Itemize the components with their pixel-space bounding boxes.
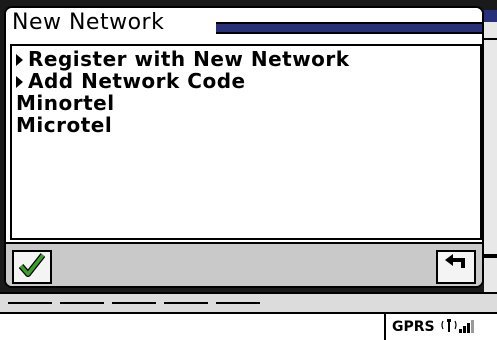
list-item-label: Microtel — [16, 113, 113, 137]
list-item-register-network[interactable]: Register with New Network — [16, 48, 476, 70]
back-button[interactable] — [436, 250, 476, 284]
dialog-titlebar: New Network — [6, 8, 482, 42]
list-item-label: Register with New Network — [28, 47, 350, 71]
list-item-add-network-code[interactable]: Add Network Code — [16, 70, 476, 92]
list-item-label: Add Network Code — [28, 69, 246, 93]
ok-button[interactable] — [12, 250, 52, 284]
submenu-arrow-icon — [16, 70, 28, 92]
checkmark-icon — [18, 253, 46, 281]
underlying-tab-strip — [0, 292, 497, 314]
signal-strength-icon — [441, 317, 475, 337]
underlying-window-edge — [484, 10, 497, 300]
network-status: GPRS — [384, 314, 497, 340]
return-arrow-icon — [443, 254, 469, 280]
list-item-network[interactable]: Minortel — [16, 92, 476, 114]
submenu-arrow-icon — [16, 48, 28, 70]
list-item-label: Minortel — [16, 91, 115, 115]
network-list: Register with New Network Add Network Co… — [10, 44, 482, 240]
dialog-button-bar — [6, 242, 482, 286]
title-accent-bar — [216, 22, 482, 34]
list-item-network[interactable]: Microtel — [16, 114, 476, 136]
dialog-title: New Network — [12, 10, 165, 35]
new-network-dialog: New Network Register with New Network Ad… — [4, 6, 484, 288]
status-bar: GPRS — [0, 312, 497, 340]
network-type-label: GPRS — [392, 319, 435, 335]
